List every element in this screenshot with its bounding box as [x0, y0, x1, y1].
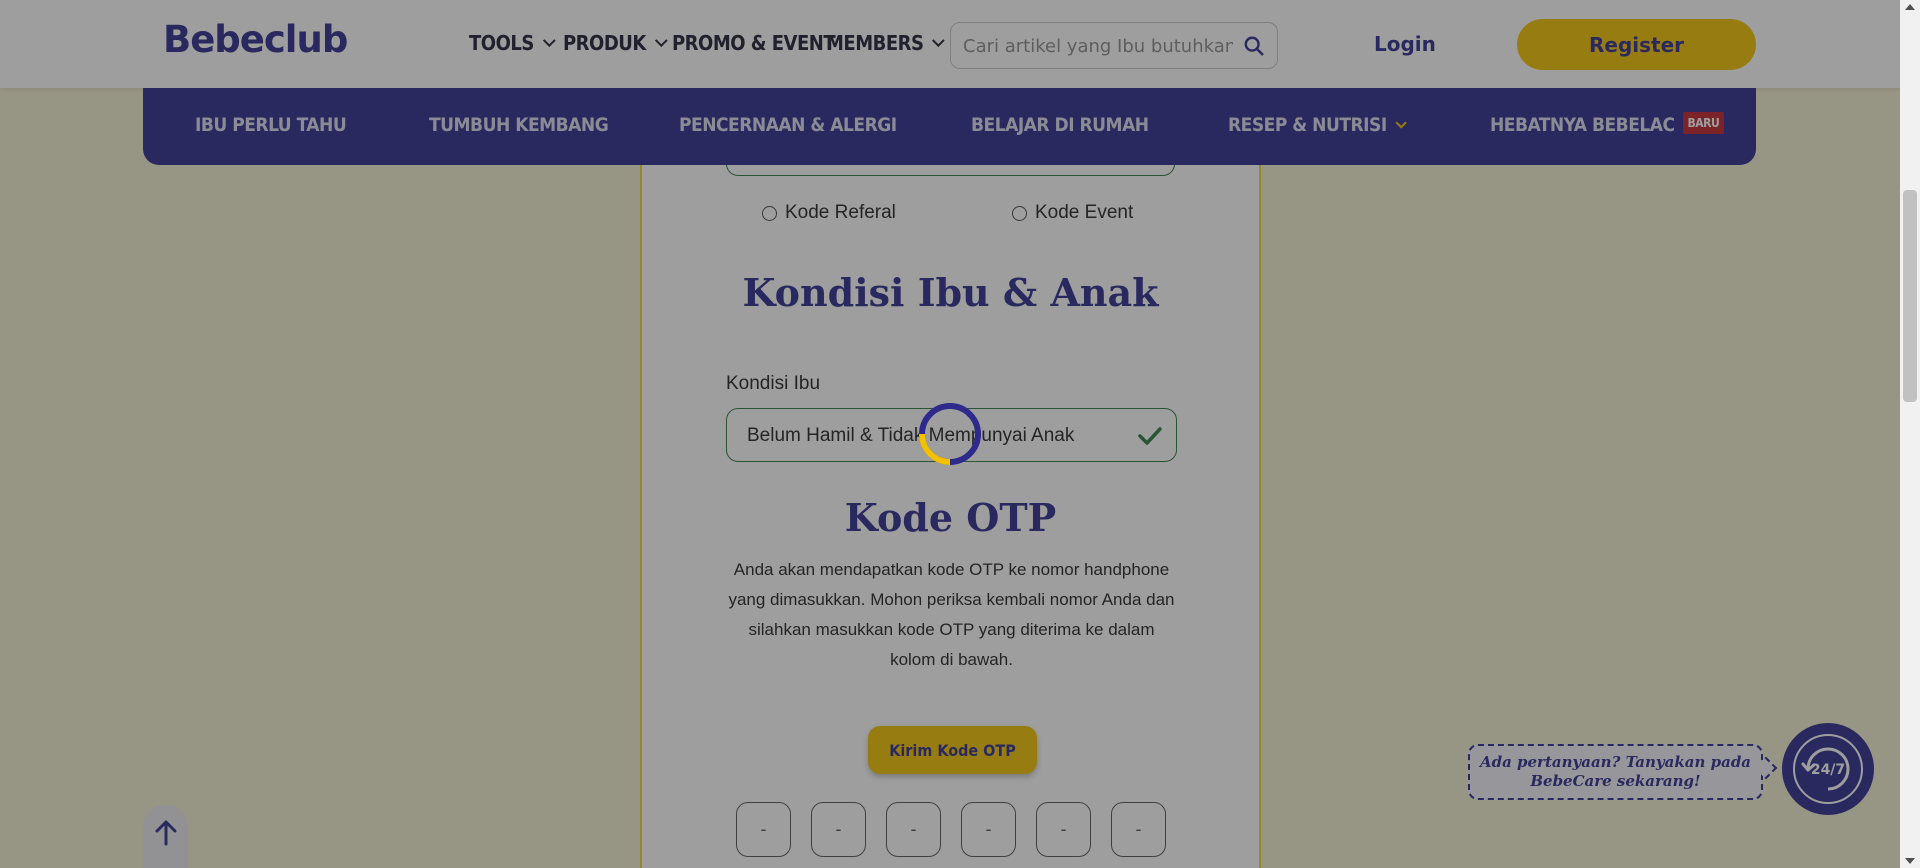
loading-spinner-icon: [919, 403, 981, 465]
scroll-down-arrow-icon[interactable]: [1905, 858, 1915, 864]
scroll-up-arrow-icon[interactable]: [1905, 4, 1915, 10]
page-scrollbar[interactable]: [1900, 0, 1920, 868]
scrollbar-thumb[interactable]: [1903, 190, 1917, 402]
